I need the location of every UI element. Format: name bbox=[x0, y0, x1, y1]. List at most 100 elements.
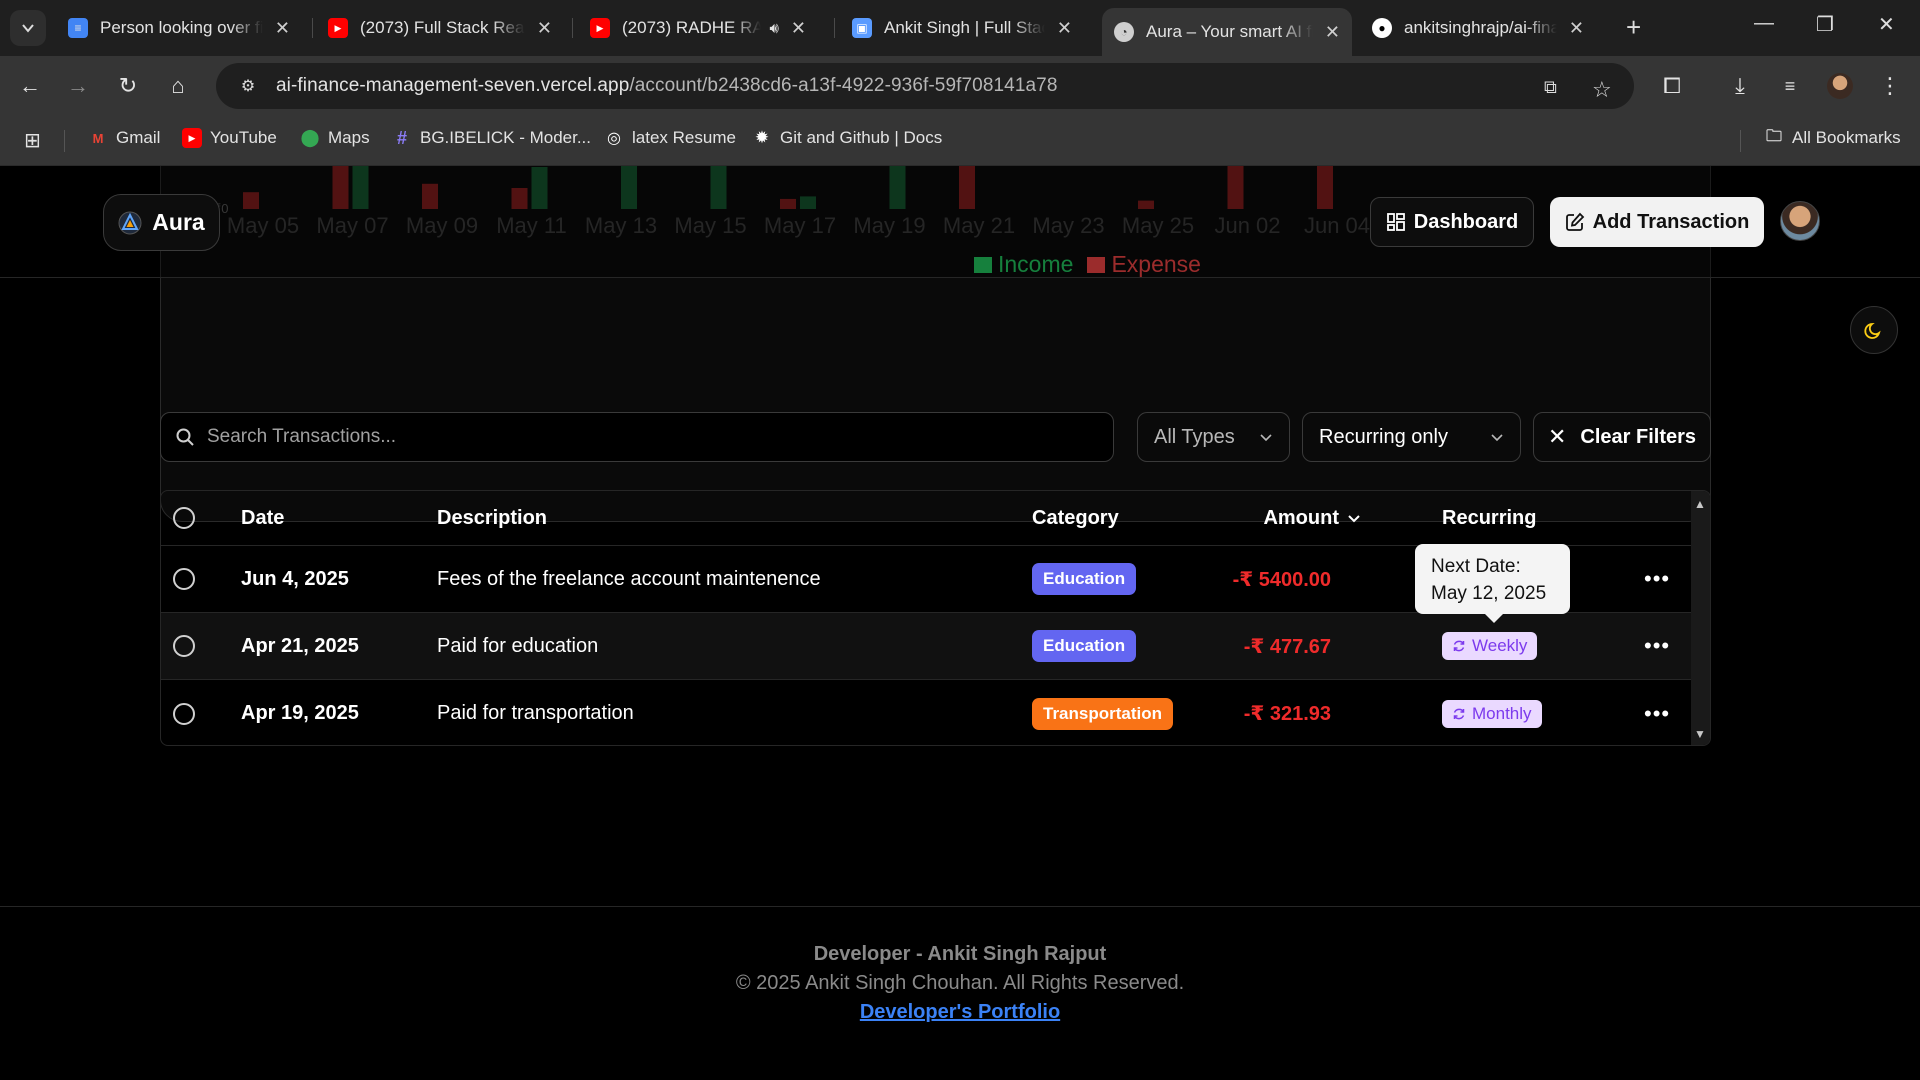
star-icon[interactable]: ☆ bbox=[1592, 77, 1612, 103]
add-transaction-button[interactable]: Add Transaction bbox=[1550, 197, 1764, 247]
gear-icon: ✹ bbox=[754, 128, 770, 147]
recurring-select[interactable]: Recurring only bbox=[1302, 412, 1521, 462]
recurring-badge[interactable]: Weekly bbox=[1442, 632, 1538, 660]
scroll-down-icon[interactable]: ▼ bbox=[1694, 727, 1706, 741]
bookmark-bgibelick[interactable]: # BG.IBELICK - Moder... bbox=[392, 128, 591, 148]
more-options-icon[interactable]: ••• bbox=[1644, 613, 1670, 679]
search-input[interactable] bbox=[207, 426, 1087, 448]
select-all-checkbox[interactable] bbox=[173, 491, 197, 545]
table-row[interactable]: Apr 19, 2025 Paid for transportation Tra… bbox=[161, 680, 1691, 745]
header-amount[interactable]: Amount bbox=[1221, 491, 1361, 545]
overleaf-icon: ◎ bbox=[607, 130, 621, 147]
browser-tab-6[interactable]: ● ankitsinghrajp/ai-finar ✕ bbox=[1360, 8, 1596, 48]
type-select-value: All Types bbox=[1154, 425, 1235, 448]
gmail-icon: M bbox=[92, 130, 104, 146]
row-category: Education bbox=[1032, 546, 1137, 612]
page-content: ₹0 May 05 May 07 May 09 May 11 May 13 May 15 Ma… bbox=[0, 166, 1920, 1080]
row-description: Paid for education bbox=[437, 634, 599, 657]
bookmark-gmail[interactable]: M Gmail bbox=[88, 128, 161, 148]
bookmark-git-docs[interactable]: ✹ Git and Github | Docs bbox=[752, 128, 942, 148]
restore-icon[interactable]: ❐ bbox=[1816, 12, 1834, 37]
header-date[interactable]: Date bbox=[241, 491, 284, 545]
scroll-up-icon[interactable]: ▲ bbox=[1694, 497, 1706, 511]
browser-toolbar: ← → ↻ ⌂ ⚙ ai-finance-management-seven.ve… bbox=[0, 56, 1920, 116]
address-bar[interactable]: ⚙ ai-finance-management-seven.vercel.app… bbox=[216, 63, 1634, 109]
reload-icon[interactable]: ↻ bbox=[112, 70, 144, 102]
site-info-icon[interactable]: ⚙ bbox=[234, 72, 262, 100]
pen-square-icon bbox=[1565, 212, 1584, 231]
profile-avatar[interactable] bbox=[1824, 70, 1856, 102]
media-icon[interactable]: ≡ bbox=[1774, 70, 1806, 102]
search-box[interactable] bbox=[160, 412, 1114, 462]
recurring-badge[interactable]: Monthly bbox=[1442, 699, 1542, 728]
transactions-table: Date Description Category Amount Recurri… bbox=[160, 490, 1711, 746]
forward-icon[interactable]: → bbox=[62, 70, 94, 102]
download-icon[interactable]: ⤓ bbox=[1724, 70, 1756, 102]
theme-toggle-button[interactable] bbox=[1850, 306, 1898, 354]
portfolio-link[interactable]: Developer's Portfolio bbox=[860, 1001, 1060, 1024]
row-date: Apr 21, 2025 bbox=[241, 634, 359, 657]
home-icon[interactable]: ⌂ bbox=[162, 70, 194, 102]
speaker-icon[interactable]: 🔊︎ bbox=[769, 20, 778, 37]
browser-tab-3[interactable]: ▶ (2073) RADHE RAD 🔊︎ ✕ bbox=[578, 8, 818, 48]
next-date-tooltip: Next Date: May 12, 2025 bbox=[1415, 544, 1570, 623]
user-avatar[interactable] bbox=[1780, 201, 1820, 241]
tab-title: Aura – Your smart AI fi bbox=[1146, 22, 1313, 41]
bookmark-maps[interactable]: ⬤ Maps bbox=[300, 128, 369, 148]
row-category: Education bbox=[1032, 613, 1137, 679]
footer-copyright: © 2025 Ankit Singh Chouhan. All Rights R… bbox=[735, 972, 1185, 994]
clear-filters-button[interactable]: ✕ Clear Filters bbox=[1533, 412, 1711, 462]
transaction-filters: All Types Recurring only ✕ Clear Filters bbox=[160, 412, 1711, 462]
url-text: ai-finance-management-seven.vercel.app/a… bbox=[276, 75, 1058, 96]
bookmarks-bar: ⊞ M Gmail ▶ YouTube ⬤ Maps # BG.IBELICK … bbox=[0, 116, 1920, 166]
row-category: Transportation bbox=[1032, 680, 1174, 745]
row-amount: -₹ 321.93 bbox=[1243, 703, 1331, 725]
close-icon[interactable]: ✕ bbox=[791, 18, 806, 39]
row-checkbox[interactable] bbox=[173, 613, 197, 679]
bookmark-latex[interactable]: ◎ latex Resume bbox=[604, 128, 736, 148]
header-recurring[interactable]: Recurring bbox=[1442, 491, 1536, 545]
table-scrollbar[interactable]: ▲ ▼ bbox=[1691, 491, 1710, 745]
search-icon bbox=[176, 428, 194, 446]
close-icon[interactable]: ✕ bbox=[1057, 18, 1072, 39]
bookmark-youtube[interactable]: ▶ YouTube bbox=[182, 128, 277, 148]
type-select[interactable]: All Types bbox=[1137, 412, 1290, 462]
minimize-icon[interactable]: — bbox=[1754, 12, 1774, 35]
close-icon[interactable]: ✕ bbox=[275, 18, 290, 39]
close-icon[interactable]: ✕ bbox=[1569, 18, 1584, 39]
close-icon[interactable]: ✕ bbox=[1325, 22, 1340, 43]
browser-tab-1[interactable]: ≡ Person looking over fir ✕ bbox=[56, 8, 302, 48]
all-bookmarks[interactable]: 🗀︎ All Bookmarks bbox=[1764, 128, 1901, 148]
chevron-down-icon bbox=[1491, 434, 1503, 442]
row-checkbox[interactable] bbox=[173, 680, 197, 745]
footer-developer: Developer - Ankit Singh Rajput bbox=[813, 943, 1107, 965]
tab-search-button[interactable] bbox=[10, 10, 46, 46]
translate-icon[interactable]: ⧉ bbox=[1544, 77, 1557, 98]
dashboard-button[interactable]: Dashboard bbox=[1370, 197, 1534, 247]
more-options-icon[interactable]: ••• bbox=[1644, 680, 1670, 745]
aura-logo-icon bbox=[118, 211, 142, 234]
new-tab-button[interactable]: + bbox=[1626, 12, 1641, 43]
close-icon[interactable]: ✕ bbox=[537, 18, 552, 39]
browser-tab-active[interactable]: ◔ Aura – Your smart AI fi ✕ bbox=[1102, 8, 1352, 56]
recurring-select-value: Recurring only bbox=[1319, 425, 1448, 448]
more-options-icon[interactable]: ••• bbox=[1644, 546, 1670, 612]
row-description: Paid for transportation bbox=[437, 702, 634, 724]
refresh-icon bbox=[1453, 708, 1465, 719]
aura-icon: ◔ bbox=[1114, 22, 1134, 42]
refresh-icon bbox=[1453, 640, 1465, 652]
table-row[interactable]: Apr 21, 2025 Paid for education Educatio… bbox=[161, 613, 1691, 680]
kebab-menu-icon[interactable]: ⋮ bbox=[1874, 70, 1906, 102]
window-close-icon[interactable]: ✕ bbox=[1878, 12, 1895, 37]
browser-tab-2[interactable]: ▶ (2073) Full Stack React ✕ bbox=[316, 8, 564, 48]
header-category[interactable]: Category bbox=[1032, 491, 1119, 545]
browser-tab-4[interactable]: ▣ Ankit Singh | Full Stack ✕ bbox=[840, 8, 1084, 48]
extensions-icon[interactable]: ⧠ bbox=[1656, 70, 1688, 102]
tab-title: Person looking over fir bbox=[100, 18, 263, 37]
row-date: Jun 4, 2025 bbox=[241, 567, 349, 590]
row-checkbox[interactable] bbox=[173, 546, 197, 612]
brand-logo[interactable]: Aura bbox=[103, 194, 220, 251]
apps-icon[interactable]: ⊞ bbox=[24, 128, 41, 153]
back-icon[interactable]: ← bbox=[14, 70, 46, 102]
header-description[interactable]: Description bbox=[437, 491, 547, 545]
